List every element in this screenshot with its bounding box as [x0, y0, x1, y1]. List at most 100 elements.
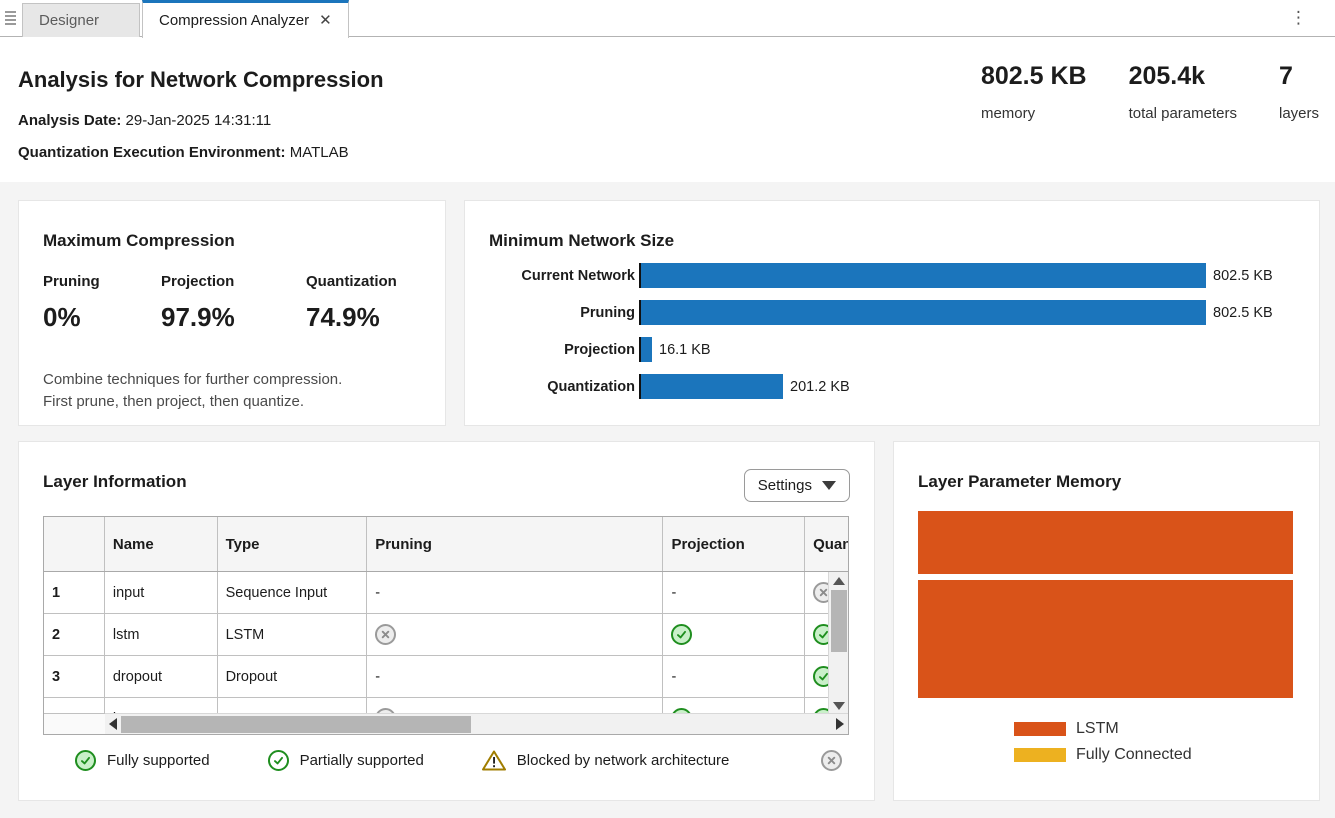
row-number: 1: [44, 572, 105, 613]
bar-value-label: 201.2 KB: [790, 378, 850, 395]
parameter-memory-treemap: [918, 511, 1293, 698]
stat-parameters: 205.4k total parameters: [1129, 62, 1237, 122]
projection-stat: Projection 97.9%: [161, 273, 306, 333]
fully-supported-icon: [75, 750, 96, 771]
tab-compression-analyzer-label: Compression Analyzer: [159, 12, 310, 29]
column-header-Quantization: Quantization: [813, 535, 848, 553]
table-row-input[interactable]: 1 input Sequence Input - -: [44, 572, 848, 614]
row-number: 4: [44, 698, 105, 714]
bar-category-label: Pruning: [580, 304, 635, 321]
cell-projection: -: [663, 572, 806, 613]
column-header-Projection: Projection: [663, 517, 806, 571]
close-icon[interactable]: ✕: [319, 13, 332, 28]
tab-designer-label: Designer: [39, 12, 100, 29]
projection-label: Projection: [161, 273, 235, 290]
compression-analyzer-app: Designer Compression Analyzer ✕ ⋮ Analys…: [0, 0, 1335, 818]
stat-layers: 7 layers: [1279, 62, 1319, 122]
legend-label: Fully Connected: [1076, 746, 1192, 763]
legend-label: Fully supported: [107, 752, 210, 769]
pruning-stat: Pruning 0%: [43, 273, 161, 333]
bar-row-quantization: Quantization 201.2 KB: [489, 374, 1273, 399]
column-header-Type: Type: [218, 517, 368, 571]
column-header-index: [44, 517, 105, 571]
layer-table-header: NameTypePruningProjection Quantization: [44, 517, 848, 572]
maximum-compression-card: Maximum Compression Pruning 0% Projectio…: [18, 200, 446, 426]
scroll-left-icon[interactable]: [109, 718, 117, 730]
quantization-label: Quantization: [306, 273, 397, 290]
partially-supported-icon: [267, 750, 289, 771]
grip-icon[interactable]: [5, 11, 16, 25]
compression-note-line2: First prune, then project, then quantize…: [43, 393, 304, 410]
settings-button[interactable]: Settings: [743, 469, 850, 502]
cell-projection: -: [663, 656, 806, 697]
legend-label: Partially supported: [299, 752, 424, 769]
layer-parameter-memory-card: Layer Parameter Memory LSTM Fully Connect…: [893, 441, 1320, 801]
table-row-lstm[interactable]: 2 lstm LSTM: [44, 614, 848, 656]
horizontal-scrollbar-thumb[interactable]: [121, 716, 471, 733]
pruning-value: 0%: [43, 302, 81, 332]
memory-block-lstm: [918, 580, 1293, 698]
page-title: Analysis for Network Compression: [18, 67, 384, 92]
stat-memory-label: memory: [980, 105, 1036, 122]
row-number: 2: [44, 614, 105, 655]
tab-designer[interactable]: Designer: [22, 3, 140, 37]
cell-type: LSTM: [218, 614, 368, 655]
cell-pruning: -: [367, 572, 664, 613]
layer-information-title: Layer Information: [43, 472, 187, 491]
layer-parameter-memory-title: Layer Parameter Memory: [918, 472, 1122, 491]
bar-area: 802.5 KB: [639, 300, 1273, 325]
maximum-compression-title: Maximum Compression: [43, 231, 235, 250]
cell-name: lstm_1: [105, 698, 218, 714]
bar-area: 802.5 KB: [639, 263, 1273, 288]
bar-category-label: Projection: [564, 341, 635, 358]
blocked-icon: [821, 750, 842, 771]
bar-area: 16.1 KB: [639, 337, 711, 362]
compression-note-line1: Combine techniques for further compressi…: [43, 371, 343, 388]
stat-layers-value: 7: [1278, 62, 1293, 90]
vertical-scrollbar[interactable]: [828, 572, 848, 715]
bar-value-label: 16.1 KB: [659, 341, 711, 358]
tab-strip: Designer Compression Analyzer ✕ ⋮: [0, 0, 1335, 38]
scroll-up-icon[interactable]: [833, 577, 845, 585]
support-legend: Fully supported Partially supported Blocke…: [43, 750, 852, 771]
environment-label: Quantization Execution Environment:: [18, 144, 286, 161]
horizontal-scrollbar[interactable]: [105, 713, 848, 734]
quantization-stat: Quantization 74.9%: [306, 273, 397, 333]
memory-legend-item-lstm: LSTM: [1014, 720, 1192, 738]
maximum-compression-values: Pruning 0% Projection 97.9% Quantization…: [43, 273, 397, 333]
analysis-header: Analysis for Network Compression Analysi…: [0, 37, 1335, 182]
stat-layers-label: layers: [1278, 105, 1319, 122]
environment-value: MATLAB: [289, 144, 349, 161]
column-header-Name: Name: [105, 517, 218, 571]
scroll-right-icon[interactable]: [836, 718, 844, 730]
warning-icon: [481, 750, 506, 771]
cell-name: lstm: [105, 614, 218, 655]
analysis-date-line: Analysis Date: 29-Jan-2025 14:31:11: [18, 112, 271, 129]
kebab-menu-icon[interactable]: ⋮: [1290, 8, 1307, 28]
bar-value-label: 802.5 KB: [1213, 267, 1273, 284]
cell-type: Sequence Input: [218, 572, 368, 613]
bar: [641, 300, 1206, 325]
memory-legend-item-fully-connected: Fully Connected: [1014, 746, 1192, 764]
bar-value-label: 802.5 KB: [1213, 304, 1273, 321]
table-row-dropout[interactable]: 3 dropout Dropout - -: [44, 656, 848, 698]
bar-row-projection: Projection 16.1 KB: [489, 337, 1273, 362]
fully-supported-icon: [671, 624, 693, 645]
memory-legend: LSTM Fully Connected: [1014, 720, 1192, 764]
blocked-icon: [375, 624, 397, 645]
cell-name: input: [105, 572, 218, 613]
legend-label: Blocked by network architecture: [516, 752, 730, 769]
vertical-scrollbar-thumb[interactable]: [831, 590, 847, 652]
legend-item-partially-supported: Partially supported: [267, 750, 424, 771]
scroll-down-icon[interactable]: [833, 702, 845, 710]
column-header-Pruning: Pruning: [367, 517, 664, 571]
legend-item-blocked: [821, 750, 842, 771]
tab-compression-analyzer[interactable]: Compression Analyzer ✕: [142, 0, 349, 38]
stat-memory: 802.5 KB memory: [981, 62, 1087, 122]
table-row-lstm_1[interactable]: 4lstm_1LSTM: [44, 698, 848, 714]
bar-area: 201.2 KB: [639, 374, 850, 399]
cell-type: LSTM: [218, 698, 368, 714]
analysis-date-label: Analysis Date:: [18, 112, 122, 129]
memory-block-lstm: [918, 511, 1293, 574]
bar: [641, 337, 652, 362]
